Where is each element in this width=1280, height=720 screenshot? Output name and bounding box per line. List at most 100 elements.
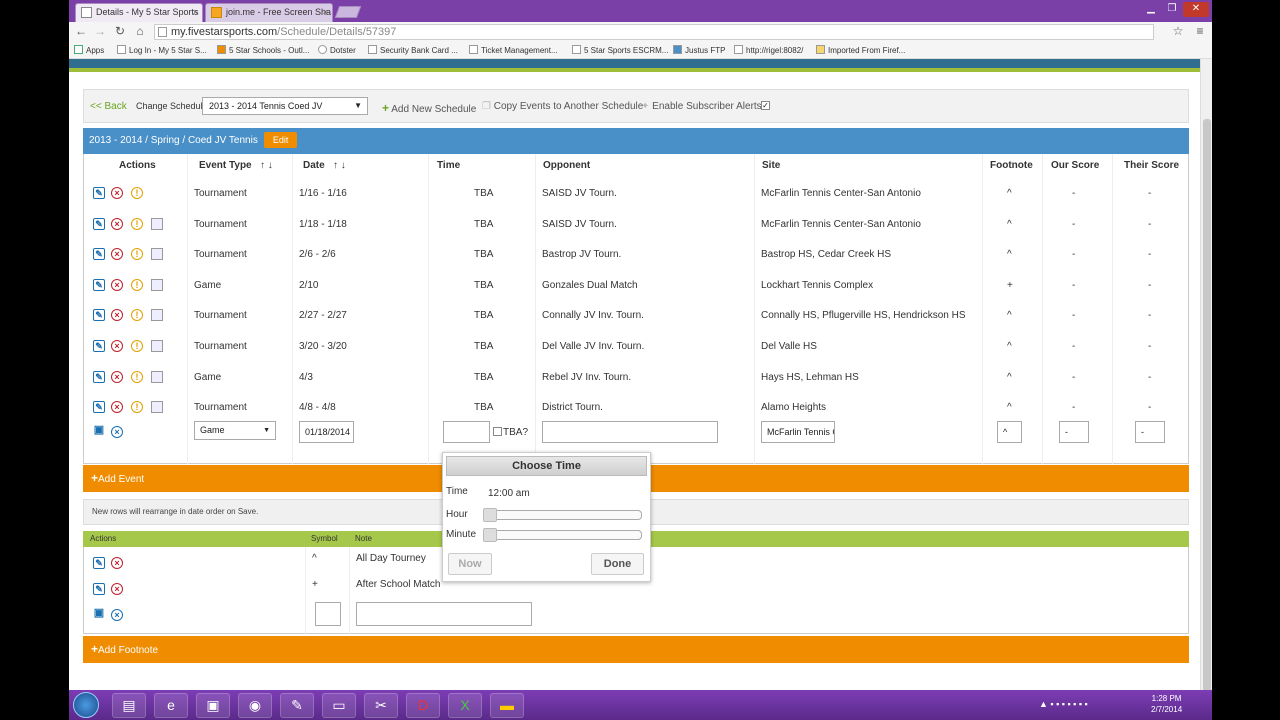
bookmark-item[interactable]: 5 Star Sports ESCRM... [572, 45, 668, 55]
image-icon[interactable] [151, 217, 163, 230]
image-icon[interactable] [151, 370, 163, 383]
start-button[interactable] [73, 692, 99, 718]
bookmark-item[interactable]: 5 Star Schools - Outl... [217, 45, 309, 55]
delete-icon[interactable]: × [111, 278, 123, 291]
edit-icon[interactable]: ✎ [93, 187, 105, 199]
image-icon[interactable] [151, 248, 163, 261]
delete-icon[interactable]: × [111, 187, 123, 199]
opponent-input[interactable] [542, 421, 718, 443]
their-score-input[interactable]: - [1135, 421, 1165, 443]
bookmark-item[interactable]: Ticket Management... [469, 45, 558, 55]
edit-button[interactable]: Edit [263, 132, 298, 148]
save-icon[interactable]: ▣ [93, 425, 105, 437]
image-icon[interactable] [151, 309, 163, 322]
url-input[interactable]: my.fivestarsports.com/Schedule/Details/5… [154, 24, 1154, 40]
window-icon[interactable]: ▭ [322, 693, 356, 718]
tba-checkbox[interactable] [493, 427, 502, 436]
add-footnote-button[interactable]: +Add Footnote [83, 636, 1189, 663]
col-date[interactable]: Date [303, 160, 325, 171]
star-icon[interactable]: ☆ [1171, 24, 1185, 38]
add-schedule-button[interactable]: + Add New Schedule [382, 101, 476, 115]
alert-icon[interactable]: ! [131, 278, 143, 291]
minute-slider[interactable] [483, 528, 642, 542]
edit-icon[interactable]: ✎ [93, 340, 105, 352]
bookmark-item[interactable]: Justus FTP [673, 45, 725, 55]
edit-icon[interactable]: ✎ [93, 278, 105, 291]
edit-icon[interactable]: ✎ [93, 248, 105, 261]
delete-icon[interactable]: × [111, 401, 123, 414]
symbol-input[interactable] [315, 602, 341, 626]
bookmark-item[interactable]: Dotster [318, 45, 356, 55]
bookmark-item[interactable]: Log In - My 5 Star S... [117, 45, 207, 55]
image-icon[interactable] [151, 340, 163, 352]
alert-icon[interactable]: ! [131, 187, 143, 199]
hour-slider-handle[interactable] [483, 508, 497, 522]
app-icon[interactable]: ✎ [280, 693, 314, 718]
edit-icon[interactable]: ✎ [93, 557, 105, 569]
done-button[interactable]: Done [591, 553, 644, 575]
back-link[interactable]: << Back [90, 101, 127, 112]
enable-alerts-button[interactable]: ✦ Enable Subscriber Alerts [641, 101, 762, 112]
delete-icon[interactable]: × [111, 583, 123, 595]
delete-icon[interactable]: × [111, 557, 123, 569]
alerts-checkbox[interactable]: ✓ [761, 101, 770, 110]
alert-icon[interactable]: ! [131, 401, 143, 414]
date-input[interactable]: 01/18/2014 [299, 421, 354, 443]
bookmark-item[interactable]: http://rigel:8082/ [734, 45, 803, 55]
tool-icon[interactable]: ✂ [364, 693, 398, 718]
back-arrow-icon[interactable]: ← [74, 24, 88, 38]
our-score-input[interactable]: - [1059, 421, 1089, 443]
minute-slider-handle[interactable] [483, 528, 497, 542]
now-button[interactable]: Now [448, 553, 492, 575]
menu-icon[interactable]: ≡ [1193, 24, 1207, 38]
home-icon[interactable]: ⌂ [133, 24, 147, 38]
edit-icon[interactable]: ✎ [93, 217, 105, 230]
image-icon[interactable] [151, 401, 163, 414]
taskbar-clock[interactable]: 1:28 PM 2/7/2014 [1151, 693, 1182, 715]
time-input[interactable] [443, 421, 490, 443]
edit-icon[interactable]: ✎ [93, 370, 105, 383]
close-icon[interactable]: × [193, 4, 198, 21]
delete-icon[interactable]: × [111, 217, 123, 230]
folder-icon[interactable]: ▣ [196, 693, 230, 718]
delete-icon[interactable]: × [111, 248, 123, 261]
delete-icon[interactable]: × [111, 370, 123, 383]
ie-icon[interactable]: e [154, 693, 188, 718]
close-window-button[interactable]: ✕ [1183, 2, 1209, 17]
edit-icon[interactable]: ✎ [93, 401, 105, 414]
delete-icon[interactable]: × [111, 340, 123, 352]
folder-icon[interactable]: ▬ [490, 693, 524, 718]
system-tray-icons[interactable]: ▲ ▪ ▪ ▪ ▪ ▪ ▪ ▪ [1039, 699, 1088, 709]
edit-icon[interactable]: ✎ [93, 309, 105, 322]
event-type-select[interactable]: Game ▼ [194, 421, 276, 440]
delete-icon[interactable]: × [111, 309, 123, 322]
alert-icon[interactable]: ! [131, 309, 143, 322]
alert-icon[interactable]: ! [131, 370, 143, 383]
note-input[interactable] [356, 602, 532, 626]
alert-icon[interactable]: ! [131, 217, 143, 230]
alert-icon[interactable]: ! [131, 340, 143, 352]
hour-slider[interactable] [483, 508, 642, 522]
minimize-button[interactable]: ▁ [1141, 2, 1161, 17]
edit-icon[interactable]: ✎ [93, 583, 105, 595]
reload-icon[interactable]: ↻ [113, 24, 127, 38]
maximize-button[interactable]: ❐ [1162, 2, 1182, 17]
forward-arrow-icon[interactable]: → [93, 24, 107, 38]
image-icon[interactable] [151, 278, 163, 291]
schedule-select[interactable]: 2013 - 2014 Tennis Coed JV ▼ [202, 97, 368, 115]
copy-events-button[interactable]: ❐ Copy Events to Another Schedule [482, 101, 643, 112]
close-icon[interactable]: × [323, 4, 328, 21]
col-event-type[interactable]: Event Type [199, 160, 252, 171]
new-tab-button[interactable] [334, 6, 362, 18]
excel-icon[interactable]: X [448, 693, 482, 718]
chrome-icon[interactable]: ◉ [238, 693, 272, 718]
scrollbar-thumb[interactable] [1203, 119, 1211, 709]
save-icon[interactable]: ▣ [93, 608, 105, 620]
bookmark-apps[interactable]: Apps [74, 45, 104, 55]
td-icon[interactable]: D [406, 693, 440, 718]
tab-joinme[interactable]: join.me - Free Screen Sha × [205, 3, 333, 22]
sort-arrows-icon[interactable]: ↑ ↓ [260, 160, 273, 171]
bookmark-item[interactable]: Security Bank Card ... [368, 45, 458, 55]
scrollbar[interactable] [1200, 59, 1212, 709]
sort-arrows-icon[interactable]: ↑ ↓ [333, 160, 346, 171]
